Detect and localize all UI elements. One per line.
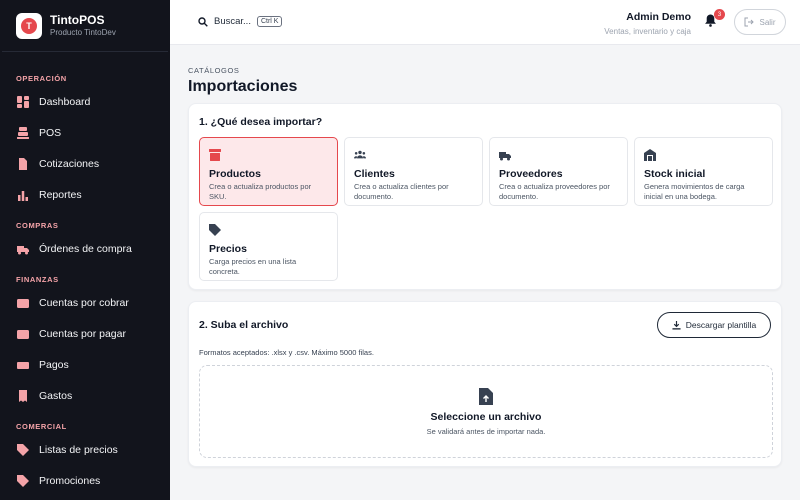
sidebar-item-ordenes-de-compra[interactable]: Órdenes de compra xyxy=(0,233,170,264)
main-content: CATÁLOGOS Importaciones 1. ¿Qué desea im… xyxy=(188,45,782,467)
download-icon xyxy=(672,320,681,330)
option-description: Genera movimientos de carga inicial en u… xyxy=(644,182,745,201)
sidebar-item-label: Cotizaciones xyxy=(39,157,100,170)
sidebar-item-label: Pagos xyxy=(39,358,69,371)
upload-card: 2. Suba el archivo Descargar plantilla F… xyxy=(188,301,782,467)
option-stock-inicial[interactable]: Stock inicial Genera movimientos de carg… xyxy=(634,137,773,206)
tag-icon xyxy=(16,474,30,488)
sidebar-item-gastos[interactable]: Gastos xyxy=(0,380,170,411)
sidebar-item-reportes[interactable]: Reportes xyxy=(0,179,170,210)
sidebar-item-label: POS xyxy=(39,126,62,139)
brand-name: TintoPOS xyxy=(50,13,105,27)
search-icon xyxy=(198,16,208,27)
step2-title: 2. Suba el archivo xyxy=(199,319,289,331)
step1-title: 1. ¿Qué desea importar? xyxy=(199,116,323,128)
sidebar-section-compras: COMPRAS xyxy=(16,221,59,230)
sidebar-item-cotizaciones[interactable]: Cotizaciones xyxy=(0,148,170,179)
sidebar-item-label: Órdenes de compra xyxy=(39,242,132,255)
users-icon xyxy=(354,148,473,166)
sidebar-item-label: Listas de precios xyxy=(39,443,118,456)
user-info[interactable]: Admin Demo Ventas, inventario y caja xyxy=(604,11,691,37)
download-template-label: Descargar plantilla xyxy=(685,320,757,330)
logout-icon xyxy=(744,17,755,27)
truck-icon xyxy=(16,242,30,256)
option-description: Crea o actualiza productos por SKU. xyxy=(209,182,312,201)
page-title: Importaciones xyxy=(188,78,298,95)
sidebar-section-comercial: COMERCIAL xyxy=(16,422,67,431)
sidebar-item-label: Promociones xyxy=(39,474,101,487)
topbar: Buscar... Ctrl K Admin Demo Ventas, inve… xyxy=(170,0,800,45)
file-upload-icon xyxy=(479,387,493,405)
dropzone-subtitle: Se validará antes de importar nada. xyxy=(426,426,546,436)
search-label: Buscar... xyxy=(214,16,251,27)
notification-badge: 3 xyxy=(714,9,725,20)
sidebar-nav: OPERACIÓN Dashboard POS Cotizaciones Rep… xyxy=(0,52,170,496)
import-type-card: 1. ¿Qué desea importar? Productos Crea o… xyxy=(188,103,782,290)
option-precios[interactable]: Precios Carga precios en una lista concr… xyxy=(199,212,338,281)
notifications-button[interactable]: 3 xyxy=(704,9,725,30)
tag-icon xyxy=(209,223,328,241)
money-icon xyxy=(16,358,30,372)
box-icon xyxy=(209,148,328,166)
sidebar-item-pos[interactable]: POS xyxy=(0,117,170,148)
user-role: Ventas, inventario y caja xyxy=(604,27,691,36)
logout-label: Salir xyxy=(759,17,776,27)
sidebar-item-listas-de-precios[interactable]: Listas de precios xyxy=(0,434,170,465)
search-trigger[interactable]: Buscar... Ctrl K xyxy=(198,16,283,27)
option-description: Crea o actualiza proveedores por documen… xyxy=(499,182,610,201)
dropzone-title: Seleccione un archivo xyxy=(430,410,542,423)
logout-button[interactable]: Salir xyxy=(734,9,786,35)
sidebar-item-promociones[interactable]: Promociones xyxy=(0,465,170,496)
dashboard-icon xyxy=(16,95,30,109)
sidebar-item-label: Reportes xyxy=(39,188,82,201)
option-name: Productos xyxy=(209,168,261,180)
download-template-button[interactable]: Descargar plantilla xyxy=(657,312,771,338)
warehouse-icon xyxy=(644,148,763,166)
sidebar-item-label: Gastos xyxy=(39,389,73,402)
option-proveedores[interactable]: Proveedores Crea o actualiza proveedores… xyxy=(489,137,628,206)
brand-logo-letter: T xyxy=(21,17,37,34)
breadcrumb: CATÁLOGOS xyxy=(188,66,240,75)
option-clientes[interactable]: Clientes Crea o actualiza clientes por d… xyxy=(344,137,483,206)
sidebar: T TintoPOS Producto TintoDev OPERACIÓN D… xyxy=(0,0,170,500)
document-icon xyxy=(16,157,30,171)
brand-subtitle: Producto TintoDev xyxy=(50,28,116,37)
wallet-icon xyxy=(16,296,30,310)
truck-icon xyxy=(499,148,618,166)
sidebar-item-label: Cuentas por pagar xyxy=(39,327,126,340)
sidebar-item-pagos[interactable]: Pagos xyxy=(0,349,170,380)
sidebar-item-label: Cuentas por cobrar xyxy=(39,296,129,309)
cash-register-icon xyxy=(16,126,30,140)
sidebar-item-cuentas-por-cobrar[interactable]: Cuentas por cobrar xyxy=(0,287,170,318)
sidebar-section-operacion: OPERACIÓN xyxy=(16,74,67,83)
file-dropzone[interactable]: Seleccione un archivo Se validará antes … xyxy=(199,365,773,458)
option-name: Proveedores xyxy=(499,168,563,180)
search-shortcut: Ctrl K xyxy=(256,16,283,27)
sidebar-section-finanzas: FINANZAS xyxy=(16,275,59,284)
user-name: Admin Demo xyxy=(626,11,691,23)
brand-logo: T xyxy=(16,12,42,39)
bar-chart-icon xyxy=(16,188,30,202)
receipt-icon xyxy=(16,389,30,403)
brand[interactable]: T TintoPOS Producto TintoDev xyxy=(2,0,168,52)
wallet-icon xyxy=(16,327,30,341)
sidebar-item-dashboard[interactable]: Dashboard xyxy=(0,86,170,117)
sidebar-item-cuentas-por-pagar[interactable]: Cuentas por pagar xyxy=(0,318,170,349)
option-name: Stock inicial xyxy=(644,168,706,180)
option-description: Crea o actualiza clientes por documento. xyxy=(354,182,449,201)
tag-icon xyxy=(16,443,30,457)
option-name: Clientes xyxy=(354,168,395,180)
option-description: Carga precios en una lista concreta. xyxy=(209,257,297,276)
option-name: Precios xyxy=(209,243,247,255)
accepted-formats: Formatos aceptados: .xlsx y .csv. Máximo… xyxy=(199,348,374,357)
option-productos[interactable]: Productos Crea o actualiza productos por… xyxy=(199,137,338,206)
sidebar-item-label: Dashboard xyxy=(39,95,91,108)
